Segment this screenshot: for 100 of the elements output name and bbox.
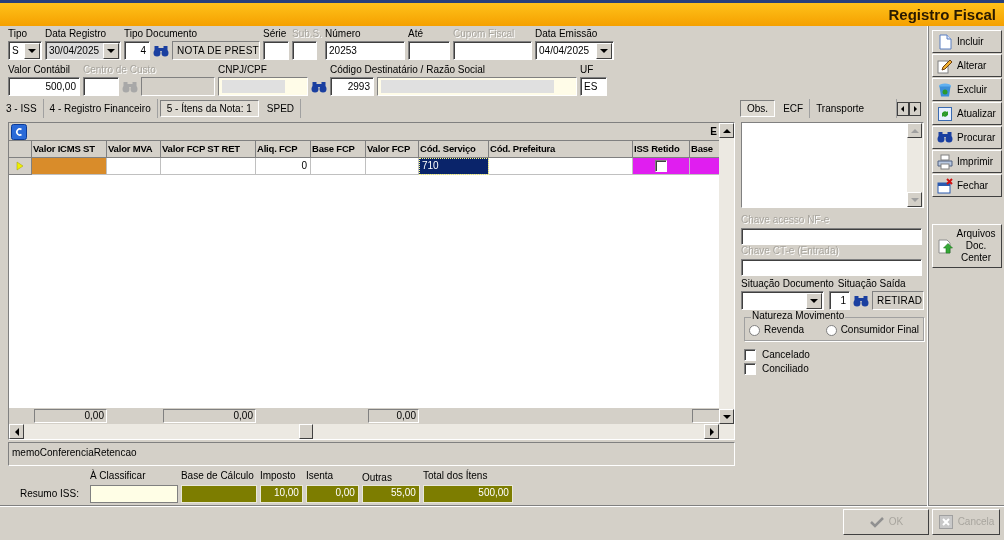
table-cell[interactable]: 710 [419, 158, 489, 175]
text-field[interactable] [292, 41, 317, 60]
scroll-up-button[interactable] [907, 123, 922, 138]
column-header[interactable]: Cód. Prefeitura [489, 141, 633, 158]
text-field[interactable] [89, 485, 178, 503]
toolbar-button[interactable]: Procurar [932, 126, 1002, 149]
readonly-field: 55,00 [361, 485, 420, 503]
table-cell[interactable] [690, 158, 721, 175]
printer-icon [937, 153, 953, 170]
side-button[interactable]: Arquivos Doc. Center [932, 224, 1002, 268]
text-field[interactable]: 2993 [330, 77, 374, 96]
vertical-scrollbar[interactable] [719, 123, 734, 424]
text-field[interactable] [83, 77, 119, 96]
total-field: 0,00 [34, 409, 107, 423]
dropdown-field[interactable]: 04/04/2025 [535, 41, 615, 60]
text-field[interactable]: 4 [124, 41, 150, 60]
memo-text: memoConferenciaRetencao [12, 447, 137, 458]
tab-scroll-arrows[interactable] [897, 101, 921, 116]
binoculars-icon[interactable] [853, 293, 869, 308]
field-label: Número [325, 28, 362, 41]
field-label: Data Emissão [535, 28, 599, 41]
scroll-left-button[interactable] [9, 424, 24, 439]
column-header[interactable]: Valor FCP ST RET [161, 141, 256, 158]
dropdown-field[interactable]: S [8, 41, 42, 60]
tab[interactable]: 3 - ISS [0, 99, 44, 118]
text-field[interactable] [741, 259, 922, 276]
table-cell[interactable] [32, 158, 107, 175]
scroll-right-button[interactable] [704, 424, 719, 439]
text-field[interactable] [453, 41, 533, 60]
readonly-field: RETIRAD [872, 291, 924, 310]
field-label: UF [580, 64, 595, 77]
memo-field[interactable] [741, 122, 924, 208]
text-field[interactable] [741, 228, 922, 245]
column-header[interactable]: Base [690, 141, 721, 158]
toolbar-button[interactable]: Imprimir [932, 150, 1002, 173]
field-label: Imposto [259, 470, 297, 483]
text-field[interactable] [408, 41, 451, 60]
table-cell[interactable] [633, 158, 690, 175]
dropdown-field[interactable]: 30/04/2025 [45, 41, 121, 60]
tab[interactable]: Obs. [740, 100, 776, 117]
text-field[interactable] [218, 77, 308, 96]
radio-option[interactable]: Revenda [749, 324, 805, 336]
vertical-scrollbar[interactable] [907, 123, 923, 207]
text-field[interactable]: 20253 [325, 41, 406, 60]
column-header[interactable]: Base FCP [311, 141, 366, 158]
field-label: Código Destinatário / Razão Social [330, 64, 487, 77]
field-label: Data Registro [45, 28, 108, 41]
window-close-icon [937, 177, 953, 194]
tab[interactable]: ECF [777, 99, 811, 118]
field-label: Situação Documento [741, 278, 834, 291]
text-field[interactable] [263, 41, 289, 60]
binoculars-icon[interactable] [311, 79, 327, 94]
scroll-down-button[interactable] [907, 192, 922, 207]
field-label: Valor Contábil [8, 64, 72, 77]
field-label: Tipo [8, 28, 29, 41]
text-field[interactable] [377, 77, 577, 96]
row-indicator-cell[interactable] [9, 158, 32, 175]
checkbox-option[interactable]: Cancelado [744, 349, 810, 361]
refresh-icon [937, 105, 953, 122]
column-band-label: E [710, 125, 717, 138]
tab[interactable]: 5 - Ítens da Nota: 1 [159, 100, 259, 117]
horizontal-scrollbar[interactable] [9, 424, 734, 439]
readonly-field: 10,00 [259, 485, 303, 503]
tab[interactable]: SPED [260, 99, 302, 118]
document-upload-icon [937, 238, 953, 254]
toolbar-button[interactable]: Excluir [932, 78, 1002, 101]
checkbox[interactable] [655, 160, 667, 172]
column-header[interactable]: Valor MVA [107, 141, 161, 158]
column-header[interactable]: ISS Retido [633, 141, 690, 158]
checkbox-option[interactable]: Conciliado [744, 363, 809, 375]
tab[interactable]: 4 - Registro Financeiro [43, 99, 158, 118]
toolbar-button[interactable]: Alterar [932, 54, 1002, 77]
toolbar-button[interactable]: Fechar [932, 174, 1002, 197]
field-label: À Classificar [89, 470, 147, 483]
readonly-field: 500,00 [422, 485, 513, 503]
toolbar-button[interactable]: Atualizar [932, 102, 1002, 125]
checkmark-icon [868, 514, 885, 530]
scroll-thumb[interactable] [299, 424, 313, 439]
dropdown-field[interactable] [741, 291, 824, 310]
field-label: Total dos Ítens [422, 470, 489, 483]
scroll-down-button[interactable] [719, 409, 734, 424]
column-header[interactable]: Valor FCP [366, 141, 419, 158]
column-header[interactable]: Cód. Serviço [419, 141, 489, 158]
text-field[interactable]: ES [580, 77, 607, 96]
column-header[interactable]: Valor ICMS ST [32, 141, 107, 158]
column-header[interactable]: Aliq. FCP [256, 141, 311, 158]
text-field[interactable]: 500,00 [8, 77, 80, 96]
binoculars-icon[interactable] [153, 43, 169, 58]
column-chooser-icon[interactable] [11, 123, 27, 140]
toolbar-button[interactable]: Incluir [932, 30, 1002, 53]
field-label: Tipo Documento [124, 28, 198, 41]
scroll-up-button[interactable] [719, 123, 734, 138]
field-label: Série [263, 28, 288, 41]
text-field[interactable]: 1 [828, 291, 850, 310]
current-row-arrow-icon [16, 161, 24, 171]
readonly-field: NOTA DE PREST [172, 41, 260, 60]
field-label: Base de Cálculo [180, 470, 255, 483]
total-field: 0,00 [368, 409, 419, 423]
radio-option[interactable]: Consumidor Final [825, 324, 919, 336]
recycle-bin-icon [937, 81, 953, 98]
